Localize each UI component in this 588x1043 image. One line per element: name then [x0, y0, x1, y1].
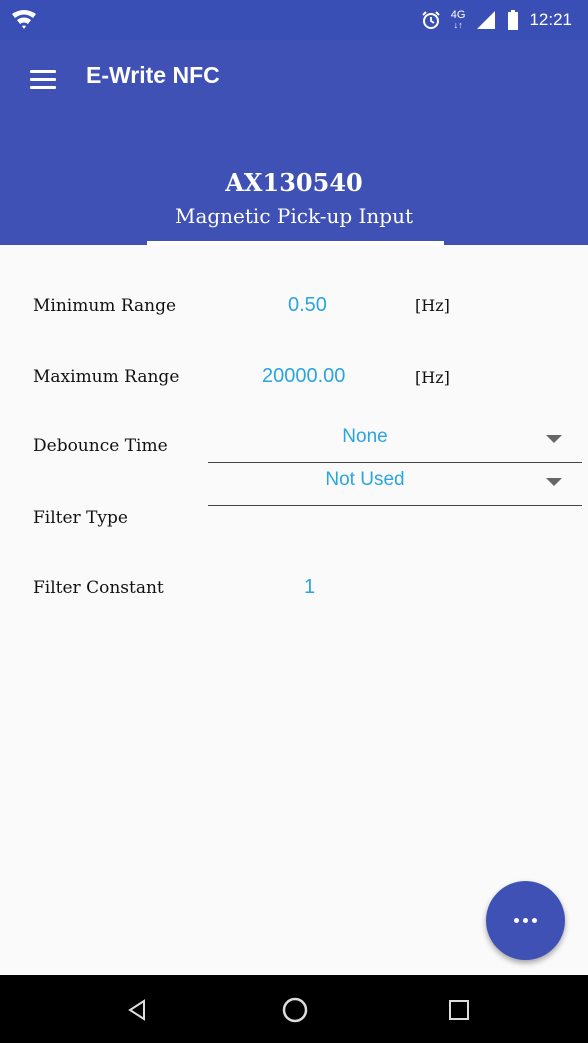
- device-id: AX130540: [225, 168, 363, 197]
- input-type-tab[interactable]: Magnetic Pick-up Input: [0, 204, 588, 228]
- debounce-time-dropdown[interactable]: None: [208, 418, 582, 463]
- wifi-icon: [12, 10, 36, 29]
- back-icon[interactable]: [124, 996, 152, 1024]
- maximum-range-unit: [Hz]: [415, 368, 450, 387]
- debounce-time-label: Debounce Time: [33, 436, 168, 456]
- filter-type-label: Filter Type: [33, 508, 128, 528]
- recents-icon[interactable]: [445, 996, 473, 1024]
- filter-type-dropdown[interactable]: Not Used: [208, 461, 582, 506]
- battery-icon: [508, 10, 519, 30]
- minimum-range-label: Minimum Range: [33, 296, 177, 316]
- dropdown-arrow-icon: [546, 435, 562, 443]
- app-title: E-Write NFC: [86, 62, 220, 88]
- more-options-fab[interactable]: [486, 881, 565, 960]
- signal-icon: [477, 11, 496, 29]
- filter-constant-label: Filter Constant: [33, 578, 164, 598]
- more-horizontal-icon: [514, 918, 537, 923]
- maximum-range-value[interactable]: 20000.00: [262, 365, 345, 388]
- clock: 12:21: [529, 10, 572, 29]
- tab-indicator: [147, 241, 444, 245]
- dropdown-arrow-icon: [546, 478, 562, 486]
- hamburger-menu-icon[interactable]: [30, 67, 56, 91]
- network-type: 4G ↓↑: [450, 9, 466, 31]
- app-bar: E-Write NFC AX130540 Magnetic Pick-up In…: [0, 40, 588, 245]
- debounce-time-selected: None: [342, 426, 388, 447]
- filter-constant-value[interactable]: 1: [304, 576, 315, 599]
- maximum-range-label: Maximum Range: [33, 367, 180, 387]
- navigation-bar: [0, 975, 588, 1043]
- minimum-range-value[interactable]: 0.50: [288, 294, 327, 317]
- status-bar: 4G ↓↑ 12:21: [0, 0, 588, 40]
- alarm-icon: [422, 11, 440, 29]
- filter-type-selected: Not Used: [325, 469, 405, 490]
- minimum-range-unit: [Hz]: [415, 296, 450, 315]
- home-icon[interactable]: [281, 996, 309, 1024]
